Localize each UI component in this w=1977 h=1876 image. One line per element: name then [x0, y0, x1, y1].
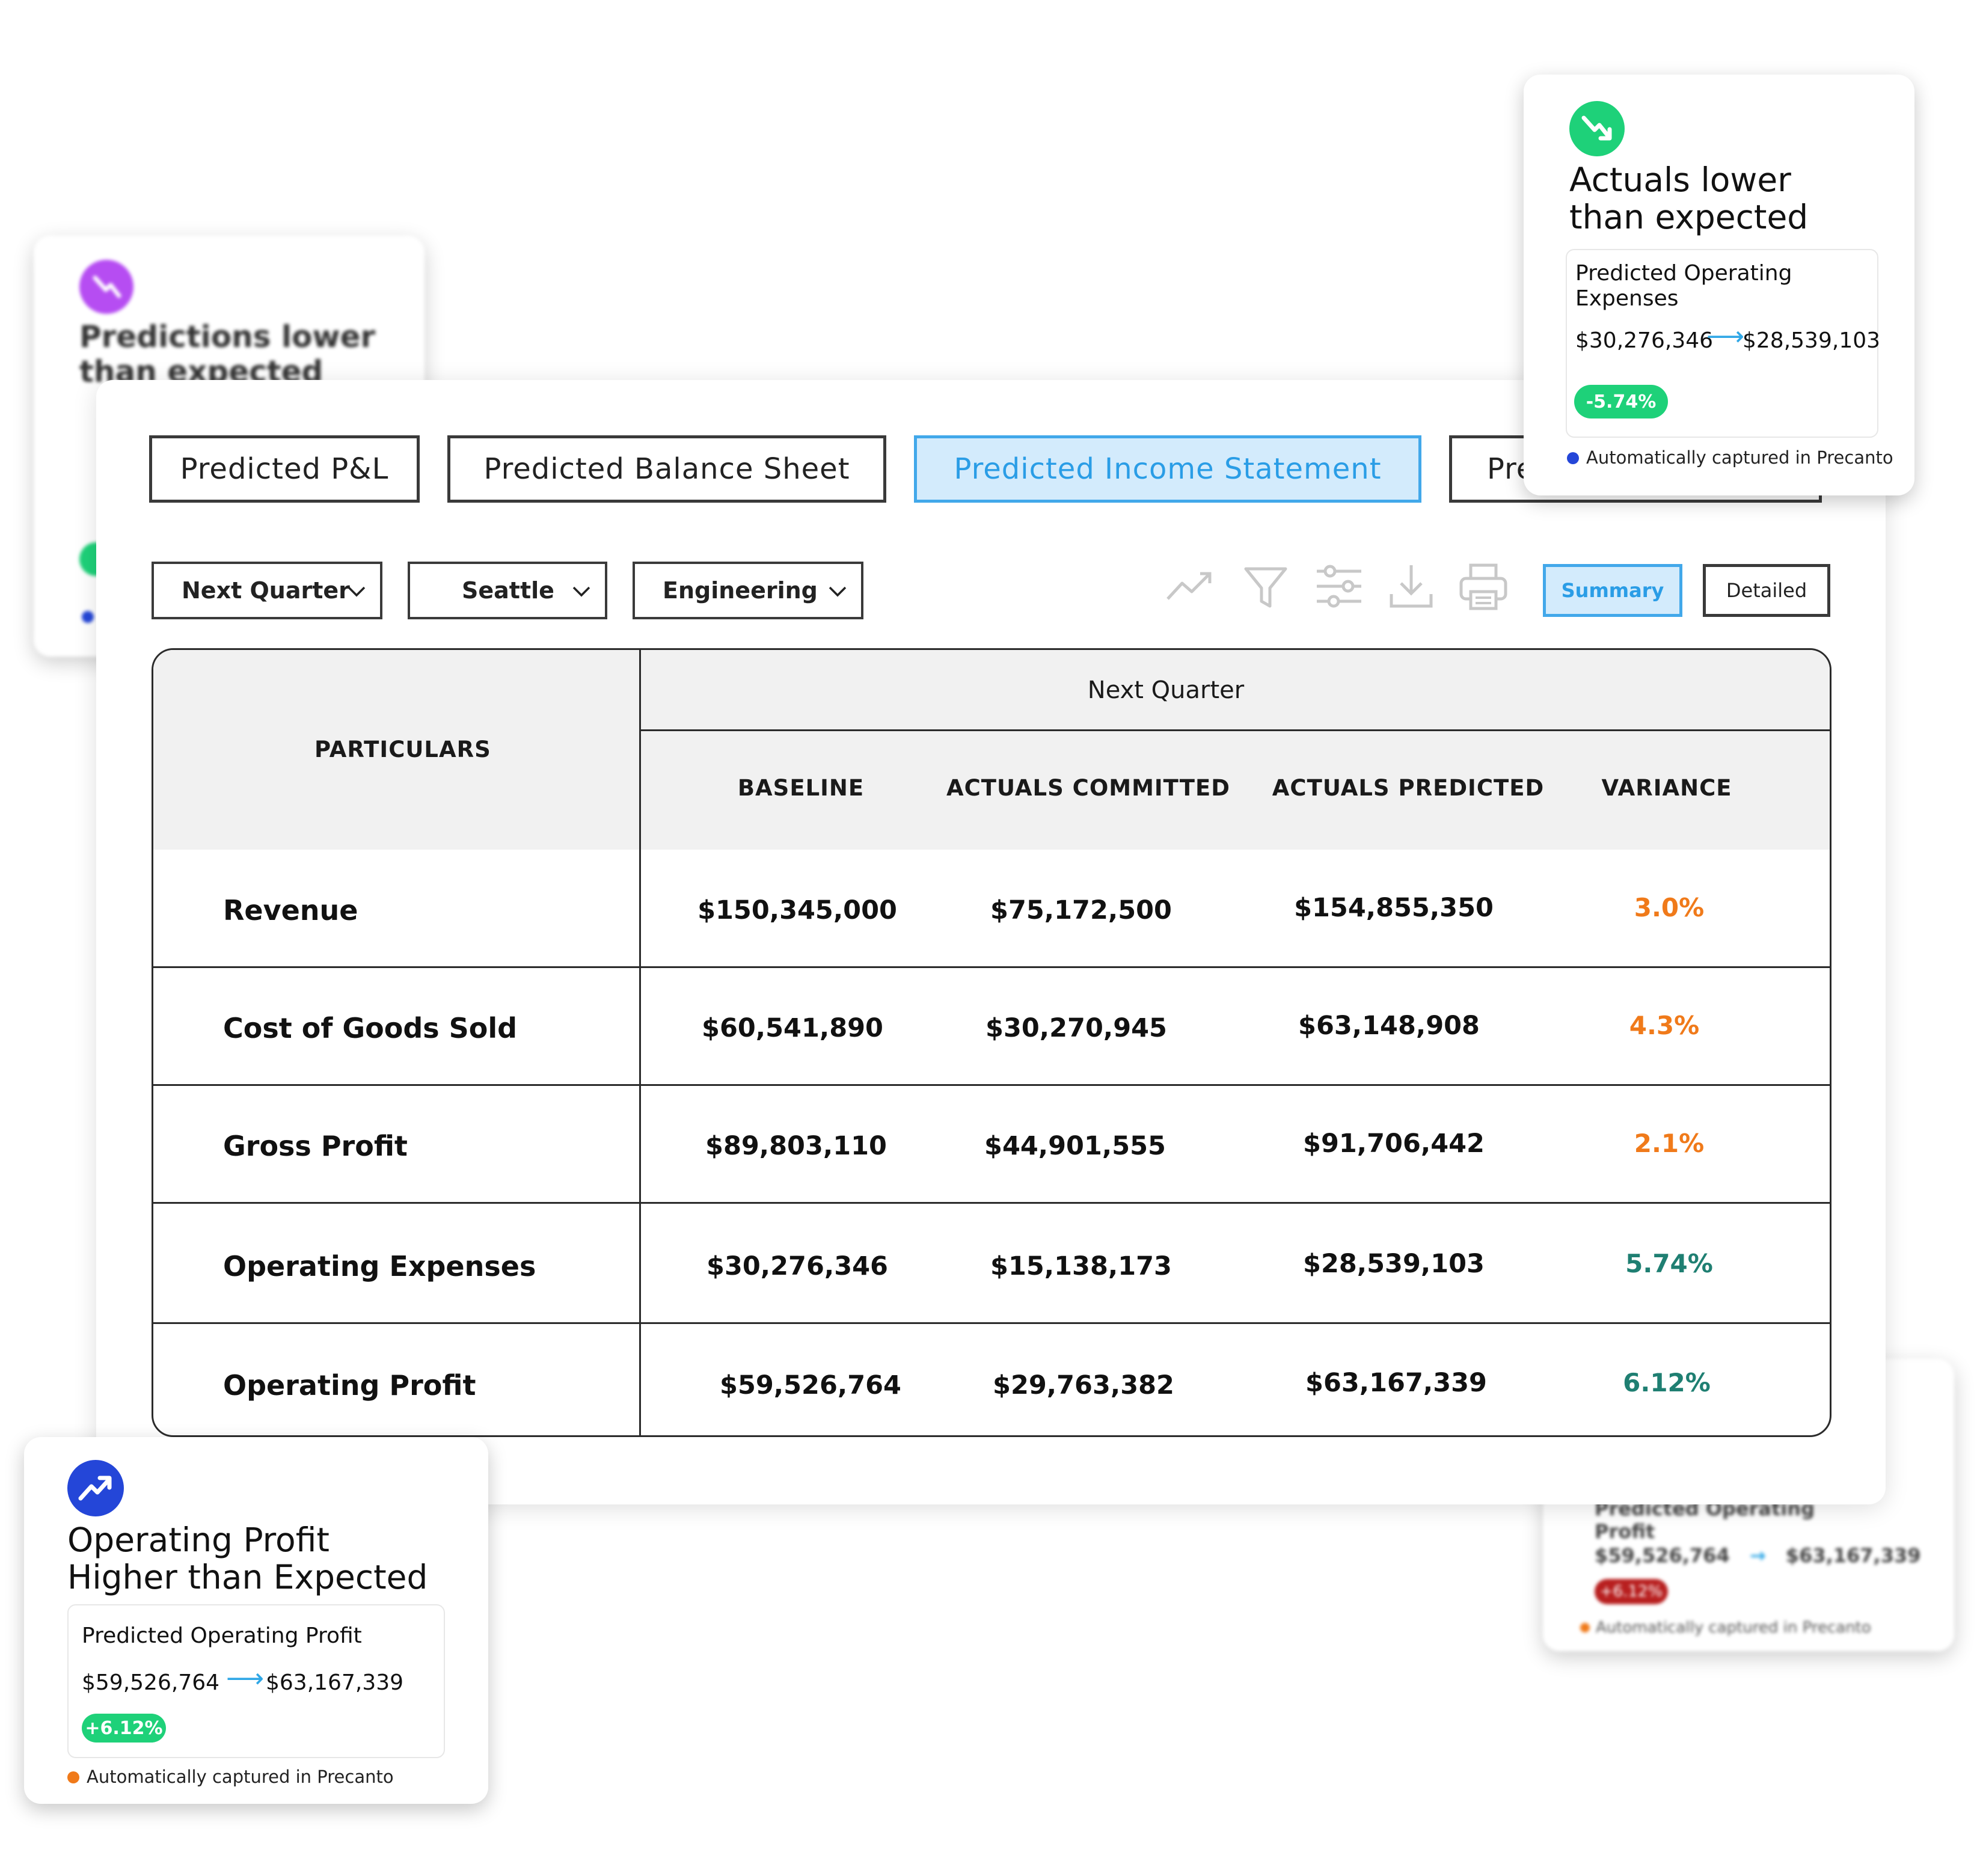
- period-dropdown-value: Next Quarter: [182, 577, 350, 604]
- sliders-icon[interactable]: [1312, 559, 1366, 613]
- column-header-baseline: BASELINE: [737, 775, 865, 801]
- insight-card-metric-label: Predicted Operating Profit: [82, 1623, 362, 1648]
- from-value: $59,526,764: [82, 1670, 220, 1695]
- table-column-divider: [639, 650, 641, 1435]
- baseline-cell: $89,803,110: [705, 1131, 887, 1161]
- metric-label-line1: Predicted Operating: [1575, 261, 1792, 286]
- actuals-predicted-cell: $154,855,350: [1294, 893, 1494, 923]
- table-divider: [153, 1202, 1830, 1204]
- actuals-committed-cell: $75,172,500: [990, 895, 1172, 925]
- insight-card-title-line2: than expected: [1569, 198, 1809, 236]
- baseline-cell: $30,276,346: [707, 1251, 888, 1281]
- background-card-values: $59,526,764 → $63,167,339: [1595, 1544, 1921, 1567]
- insight-card-title-line1: Actuals lower: [1569, 161, 1791, 199]
- table-divider: [639, 729, 1830, 731]
- status-dot: [1567, 452, 1579, 464]
- column-header-variance: VARIANCE: [1601, 775, 1732, 801]
- background-card-to-value: $63,167,339: [1785, 1544, 1921, 1567]
- column-header-actuals-committed: ACTUALS COMMITTED: [946, 775, 1231, 801]
- actuals-committed-cell: $29,763,382: [993, 1370, 1174, 1400]
- from-value: $30,276,346: [1575, 328, 1714, 353]
- insight-card-title-line2: Higher than Expected: [67, 1558, 428, 1596]
- to-value: $28,539,103: [1743, 328, 1881, 353]
- actuals-predicted-cell: $63,167,339: [1305, 1368, 1487, 1398]
- baseline-cell: $59,526,764: [720, 1370, 901, 1400]
- detailed-button[interactable]: Detailed: [1703, 564, 1830, 617]
- insight-card-footer: Automatically captured in Precanto: [87, 1767, 394, 1787]
- insight-card-title-line1: Operating Profit: [67, 1521, 329, 1559]
- actuals-predicted-cell: $63,148,908: [1298, 1011, 1480, 1041]
- tab-label: Predicted Income Statement: [954, 452, 1382, 486]
- chevron-down-icon: [829, 586, 847, 597]
- background-card-dot: [82, 611, 94, 623]
- row-label: Gross Profit: [223, 1130, 408, 1162]
- background-card-metric-line2: Profit: [1595, 1520, 1655, 1543]
- row-label: Cost of Goods Sold: [223, 1012, 518, 1044]
- background-card-title: Predictions lower than expected: [79, 319, 376, 389]
- tab-predicted-income-statement[interactable]: Predicted Income Statement: [914, 435, 1421, 503]
- row-label: Operating Profit: [223, 1369, 476, 1402]
- to-value: $63,167,339: [266, 1670, 404, 1695]
- period-header: Next Quarter: [1087, 676, 1245, 704]
- insight-card-metric-box: Predicted Operating Expenses $30,276,346…: [1566, 249, 1881, 438]
- background-card-badge: +6.12%: [1595, 1579, 1668, 1604]
- chevron-down-icon: [572, 586, 590, 597]
- metric-label-line2: Expenses: [1575, 286, 1679, 311]
- insight-card-title: Actuals lower than expected: [1569, 161, 1808, 236]
- actuals-predicted-cell: $91,706,442: [1303, 1129, 1485, 1159]
- tab-predicted-pl[interactable]: Predicted P&L: [149, 435, 420, 503]
- table-divider: [153, 966, 1830, 968]
- insight-card-title: Operating Profit Higher than Expected: [67, 1521, 428, 1596]
- variance-cell: 5.74%: [1625, 1249, 1713, 1278]
- actuals-committed-cell: $15,138,173: [990, 1251, 1172, 1281]
- insight-card-footer: Automatically captured in Precanto: [1586, 447, 1893, 468]
- download-icon[interactable]: [1384, 559, 1438, 613]
- variance-cell: 4.3%: [1629, 1011, 1700, 1040]
- table-divider: [153, 1084, 1830, 1086]
- filter-icon[interactable]: [1239, 559, 1293, 613]
- variance-cell: 3.0%: [1634, 893, 1705, 922]
- variance-badge: -5.74%: [1574, 385, 1668, 418]
- department-dropdown[interactable]: Engineering: [633, 562, 863, 619]
- arrow-right-icon: ⟶: [226, 1663, 265, 1694]
- table-divider: [153, 1322, 1830, 1324]
- tab-label: Predicted P&L: [180, 452, 389, 486]
- print-icon[interactable]: [1456, 559, 1510, 613]
- income-statement-panel: Predicted P&L Predicted Balance Sheet Pr…: [96, 380, 1886, 1504]
- insight-card-metric-label: Predicted Operating Expenses: [1575, 261, 1792, 311]
- particulars-header: PARTICULARS: [314, 737, 491, 762]
- variance-badge: +6.12%: [82, 1714, 166, 1743]
- row-label: Revenue: [223, 894, 358, 927]
- trend-down-icon: [79, 260, 133, 314]
- actuals-predicted-cell: $28,539,103: [1303, 1249, 1485, 1279]
- background-card-from-value: $59,526,764: [1595, 1544, 1730, 1567]
- status-dot: [67, 1771, 79, 1783]
- trend-down-icon: [1569, 101, 1625, 156]
- summary-button[interactable]: Summary: [1543, 564, 1682, 617]
- insight-card-metric-box: Predicted Operating Profit $59,526,764 ⟶…: [67, 1604, 445, 1758]
- variance-cell: 2.1%: [1634, 1129, 1705, 1158]
- row-label: Operating Expenses: [223, 1250, 536, 1283]
- background-card-footer: Automatically captured in Precanto: [1580, 1619, 1871, 1637]
- tab-predicted-balance-sheet[interactable]: Predicted Balance Sheet: [447, 435, 886, 503]
- location-dropdown[interactable]: Seattle: [408, 562, 607, 619]
- tab-label: Predicted Balance Sheet: [483, 452, 850, 486]
- location-dropdown-value: Seattle: [462, 577, 554, 604]
- insight-card-actuals-lower: Actuals lower than expected Predicted Op…: [1524, 75, 1914, 495]
- background-card-footer-text: Automatically captured in Precanto: [1596, 1619, 1871, 1637]
- department-dropdown-value: Engineering: [663, 577, 818, 604]
- baseline-cell: $60,541,890: [702, 1013, 883, 1043]
- actuals-committed-cell: $30,270,945: [985, 1013, 1167, 1043]
- trend-icon[interactable]: [1164, 559, 1218, 613]
- period-dropdown[interactable]: Next Quarter: [152, 562, 382, 619]
- insight-card-operating-profit: Operating Profit Higher than Expected Pr…: [24, 1437, 488, 1804]
- arrow-right-icon: ⟶: [1706, 321, 1745, 352]
- actuals-committed-cell: $44,901,555: [984, 1131, 1166, 1161]
- chevron-down-icon: [348, 586, 366, 597]
- trend-up-icon: [67, 1460, 124, 1516]
- income-statement-table: PARTICULARS Next Quarter BASELINE ACTUAL…: [152, 648, 1831, 1437]
- column-header-actuals-predicted: ACTUALS PREDICTED: [1272, 775, 1545, 801]
- baseline-cell: $150,345,000: [697, 895, 897, 925]
- variance-cell: 6.12%: [1623, 1368, 1711, 1397]
